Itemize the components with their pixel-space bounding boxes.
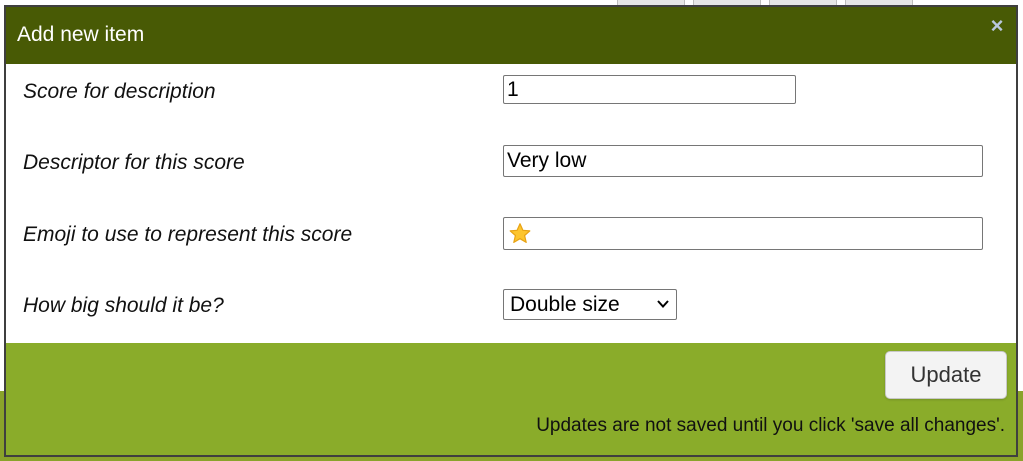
save-notice: Updates are not saved until you click 's… [536, 415, 1005, 436]
descriptor-input[interactable]: Very low [503, 145, 983, 177]
descriptor-label: Descriptor for this score [23, 151, 245, 174]
dialog-header: Add new item × [6, 7, 1016, 64]
dialog-footer: Update Updates are not saved until you c… [6, 343, 1016, 455]
emoji-label: Emoji to use to represent this score [23, 223, 353, 246]
size-select-value: Double size [510, 293, 620, 316]
size-label: How big should it be? [23, 294, 224, 317]
close-icon[interactable]: × [988, 15, 1006, 37]
size-select[interactable]: Double size [503, 289, 677, 320]
star-emoji-icon [509, 222, 531, 243]
score-label: Score for description [23, 80, 216, 103]
score-input[interactable]: 1 [503, 75, 796, 104]
chevron-down-icon [657, 300, 669, 308]
update-button[interactable]: Update [885, 351, 1007, 399]
add-item-dialog: Add new item × Score for description 1 D… [4, 5, 1018, 457]
emoji-input[interactable] [503, 217, 983, 250]
dialog-title: Add new item [17, 23, 145, 46]
